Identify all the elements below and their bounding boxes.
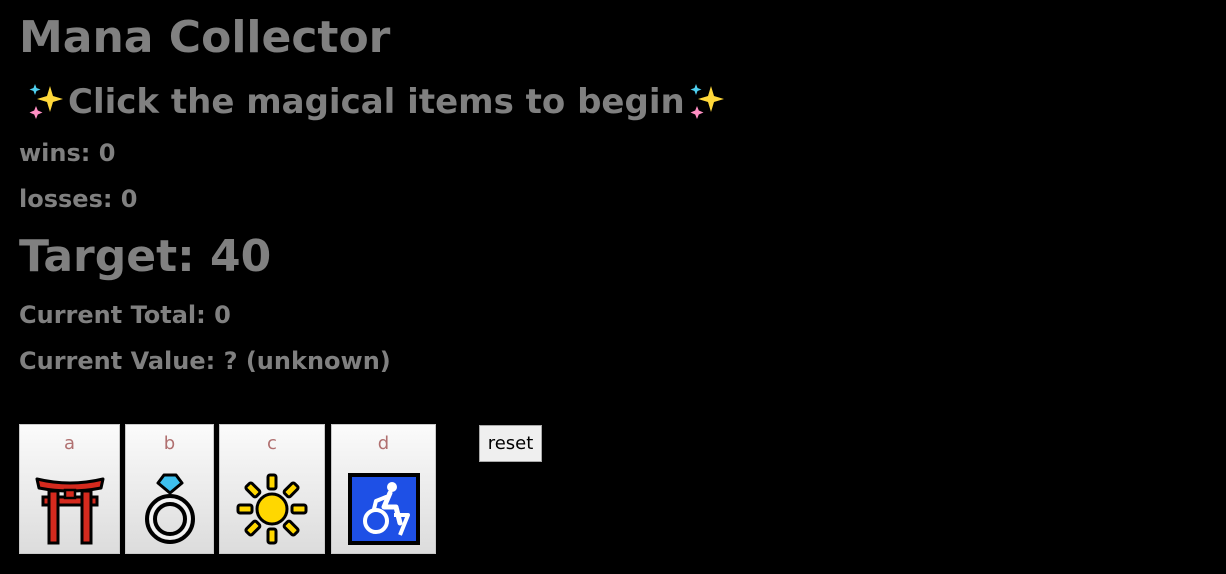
subtitle: Click the magical items to begin [24,80,729,124]
game-title: Mana Collector [19,12,391,63]
shinto-shrine-icon [35,477,104,545]
sun-icon [236,473,308,545]
sparkles-icon [690,84,724,119]
wins-counter: wins: 0 [19,139,116,167]
subtitle-text: Click the magical items to begin [68,82,685,122]
wheelchair-icon [347,473,420,545]
item-letter: d [377,433,390,454]
item-letter: b [163,433,176,454]
target-score: Target: 40 [19,231,272,282]
losses-counter: losses: 0 [19,185,138,213]
item-letter: a [63,433,76,454]
item-letter: c [267,433,277,454]
ring-icon [144,473,195,544]
magic-item-a[interactable]: a [19,424,120,554]
magic-item-b[interactable]: b [125,424,214,554]
magic-item-c[interactable]: c [219,424,325,554]
reset-button[interactable]: reset [479,425,542,462]
sparkles-icon [29,84,63,119]
current-value: Current Value: ? (unknown) [19,347,391,375]
magic-item-d[interactable]: d [331,424,436,554]
current-total: Current Total: 0 [19,301,231,329]
